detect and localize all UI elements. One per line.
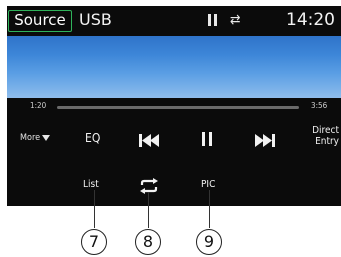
callout-8: 8 [135,229,161,255]
callout-7: 7 [81,229,107,255]
controls-row-2: List PIC [7,172,341,206]
triangle-down-icon [42,134,51,141]
direct-entry-label-line1: Direct [312,125,339,136]
controls-row-1: More EQ Direct Entry [7,122,341,156]
pic-button[interactable]: PIC [201,179,215,190]
progress-bar[interactable] [57,106,299,109]
total-time: 3:56 [311,101,328,110]
clock: 14:20 [286,10,335,30]
progress-row: 1:20 3:56 [7,98,341,116]
more-label: More [20,133,41,143]
direct-entry-button[interactable]: Direct Entry [303,125,339,147]
repeat-icon[interactable] [139,178,159,194]
callout-9: 9 [196,229,222,255]
source-button[interactable]: Source [8,10,72,32]
source-name: USB [79,10,112,29]
video-display[interactable] [7,36,341,98]
more-button[interactable]: More [20,133,51,143]
previous-track-icon[interactable] [139,132,161,147]
shuffle-status-icon: ⇄ [230,12,241,28]
elapsed-time: 1:20 [30,101,47,110]
callout-line-7 [94,190,95,228]
top-bar: Source USB ⇄ 14:20 [7,6,341,34]
next-track-icon[interactable] [253,132,275,147]
eq-button[interactable]: EQ [85,131,100,145]
list-button[interactable]: List [83,179,99,190]
callout-line-8 [148,192,149,228]
direct-entry-label-line2: Entry [315,136,339,147]
head-unit-screen: Source USB ⇄ 14:20 1:20 3:56 More EQ Dir… [7,6,341,206]
callout-line-9 [209,190,210,228]
pause-icon[interactable] [202,132,212,146]
play-status-pause-icon [208,14,217,26]
